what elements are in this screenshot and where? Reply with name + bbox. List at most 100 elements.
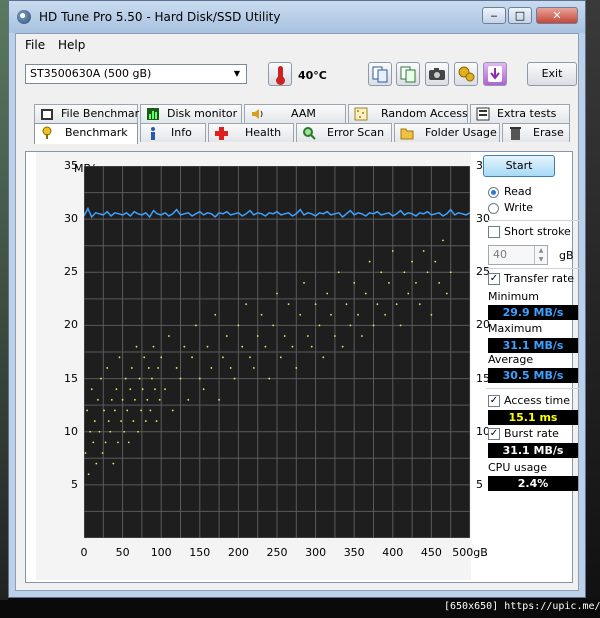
access-time-point: [168, 335, 170, 337]
burst-rate-checkbox[interactable]: ✓: [488, 428, 500, 440]
tab-random-access[interactable]: Random Access: [348, 104, 468, 123]
access-time-point: [237, 324, 240, 327]
close-button[interactable]: ✕: [536, 7, 578, 24]
access-time-checkbox[interactable]: ✓: [488, 395, 500, 407]
write-label: Write: [504, 201, 534, 214]
access-time-point: [449, 271, 452, 274]
tab-file-benchmark[interactable]: File Benchmark: [34, 104, 146, 123]
access-time-point: [171, 409, 174, 412]
access-time-point: [183, 345, 186, 348]
access-time-point: [132, 420, 135, 422]
access-time-point: [418, 303, 421, 306]
read-radio[interactable]: [488, 187, 499, 198]
y-tick-right: 5: [476, 477, 483, 491]
short-stroke-label: Short stroke: [504, 225, 571, 238]
access-time-point: [106, 367, 109, 369]
tab-label: Extra tests: [497, 107, 557, 120]
minimum-label: Minimum: [488, 290, 539, 303]
access-time-point: [442, 239, 444, 242]
client-area: File Help ST3500630A (500 gB) ▼ 40°C Exi…: [15, 33, 580, 591]
speaker-icon: [252, 109, 263, 119]
access-time-point: [279, 356, 282, 359]
tab-label: Info: [171, 126, 192, 139]
access-time-point: [135, 345, 138, 348]
tab-error-scan[interactable]: Error Scan: [296, 123, 392, 142]
transfer-rate-label: Transfer rate: [504, 272, 575, 285]
y-tick-left: 30: [64, 212, 78, 226]
access-time-point: [144, 420, 147, 422]
options-button[interactable]: [454, 62, 478, 86]
access-time-point: [306, 335, 309, 337]
access-time-point: [210, 367, 213, 369]
access-time-point: [434, 260, 437, 263]
access-time-point: [334, 335, 336, 337]
access-time-point: [95, 462, 98, 465]
copy-text-button[interactable]: [396, 62, 420, 86]
maximize-button[interactable]: □: [508, 7, 532, 24]
write-radio[interactable]: [488, 203, 499, 214]
minimize-button[interactable]: ‒: [482, 7, 506, 24]
drive-select-value: ST3500630A (500 gB): [30, 67, 152, 80]
access-time-value: 15.1 ms: [488, 410, 578, 425]
access-time-point: [127, 441, 130, 444]
transfer-rate-checkbox[interactable]: ✓: [488, 273, 500, 285]
access-time-point: [100, 377, 102, 380]
tab-label: Folder Usage: [425, 126, 497, 139]
disk-monitor-icon: [147, 108, 159, 120]
menu-help[interactable]: Help: [58, 38, 85, 52]
x-tick: 450: [420, 546, 442, 559]
access-time-point: [303, 282, 305, 284]
access-time-point: [89, 430, 92, 433]
access-time-point: [130, 367, 133, 369]
exit-button[interactable]: Exit: [527, 62, 577, 86]
access-time-point: [121, 398, 124, 401]
tab-erase[interactable]: Erase: [502, 123, 570, 142]
menu-bar: File Help: [16, 34, 578, 56]
tab-benchmark[interactable]: Benchmark: [34, 123, 138, 144]
short-stroke-checkbox[interactable]: [488, 226, 500, 238]
access-time-point: [422, 250, 425, 252]
tab-health[interactable]: Health: [208, 123, 294, 142]
tab-folder-usage[interactable]: Folder Usage: [394, 123, 500, 142]
tab-disk-monitor[interactable]: Disk monitor: [140, 104, 242, 123]
x-tick: 350: [343, 546, 365, 559]
access-time-point: [264, 345, 267, 348]
access-time-point: [384, 313, 386, 316]
short-stroke-spinner[interactable]: 40 ▲ ▼: [488, 245, 548, 265]
tab-extra-tests[interactable]: Extra tests: [470, 104, 570, 123]
access-time-point: [272, 324, 275, 327]
thermometer-bulb: [276, 76, 285, 85]
benchmark-icon: [42, 126, 52, 139]
access-time-point: [140, 409, 143, 412]
access-time-point: [368, 260, 371, 263]
save-button[interactable]: [483, 62, 507, 86]
tab-label: Disk monitor: [167, 107, 238, 120]
access-time-point: [407, 292, 410, 295]
screenshot-button[interactable]: [425, 62, 449, 86]
access-time-point: [376, 303, 379, 306]
copy-info-button[interactable]: [368, 62, 392, 86]
chart-area: MB/s ms 55101015152020252530303535050100…: [36, 152, 490, 580]
y-tick-left: 10: [64, 424, 78, 438]
cpu-usage-value: 2.4%: [488, 476, 578, 491]
app-window: HD Tune Pro 5.50 - Hard Disk/SSD Utility…: [8, 0, 586, 598]
access-time-point: [430, 313, 433, 316]
cpu-usage-label: CPU usage: [488, 461, 548, 474]
x-tick: 50: [115, 546, 130, 559]
separator: [486, 220, 580, 221]
y-tick-right: 30: [476, 212, 490, 226]
access-time-point: [155, 420, 158, 422]
access-time-point: [191, 356, 193, 359]
access-time-point: [380, 271, 383, 274]
temperature-button[interactable]: [268, 62, 292, 86]
background-right: [586, 0, 600, 600]
menu-file[interactable]: File: [25, 38, 45, 52]
start-button[interactable]: Start: [483, 155, 555, 177]
access-time-point: [98, 430, 101, 433]
y-tick-left: 35: [64, 159, 78, 172]
tab-info[interactable]: Info: [140, 123, 206, 142]
access-time-point: [388, 282, 390, 284]
tab-aam[interactable]: AAM: [244, 104, 346, 123]
drive-select[interactable]: ST3500630A (500 gB) ▼: [25, 64, 247, 84]
access-time-point: [84, 452, 87, 454]
